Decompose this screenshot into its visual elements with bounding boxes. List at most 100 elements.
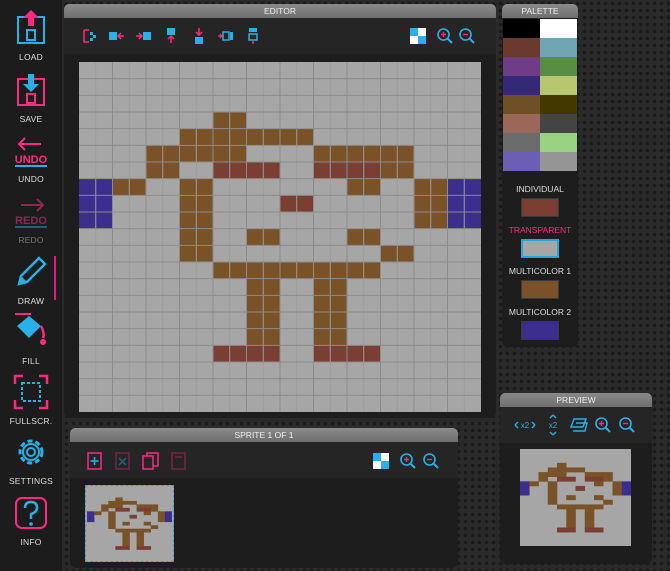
draw-button[interactable]: DRAW [0, 244, 62, 306]
sprite-pixel [566, 518, 576, 524]
fill-button[interactable]: FILL [0, 304, 62, 366]
sprite-thumbnail-image [87, 487, 172, 560]
individual-label: INDIVIDUAL [516, 184, 564, 194]
sprite-pixel [115, 504, 123, 509]
sprite-pixel [557, 467, 567, 473]
zoom-out-icon[interactable] [458, 27, 476, 45]
palette-swatch[interactable] [503, 152, 540, 171]
palette-swatch[interactable] [540, 38, 577, 57]
palette-swatch[interactable] [503, 133, 540, 152]
settings-button[interactable]: SETTINGS [0, 424, 62, 486]
palette-swatch[interactable] [503, 38, 540, 57]
sprite-pixel [122, 521, 130, 526]
sprite-pixel [520, 485, 530, 491]
sprite-pixel [621, 490, 631, 496]
zoom-in-icon[interactable] [399, 452, 417, 470]
editor-toolbar [64, 18, 496, 54]
palette-swatch[interactable] [503, 95, 540, 114]
load-button[interactable]: LOAD [0, 0, 62, 62]
sprite-pixel [136, 507, 144, 512]
transparent-color-box[interactable] [521, 239, 559, 258]
palette-swatch[interactable] [503, 19, 540, 38]
palette-swatch[interactable] [540, 57, 577, 76]
double-height-icon[interactable]: x2 [544, 414, 562, 436]
palette-swatch[interactable] [503, 57, 540, 76]
palette-title: PALETTE [502, 4, 578, 18]
shift-right-icon[interactable] [134, 27, 152, 45]
individual-color-box[interactable] [521, 198, 559, 217]
sprite-pixel [566, 467, 576, 473]
new-sprite-icon[interactable] [86, 452, 104, 470]
copy-sprite-icon[interactable] [142, 452, 160, 470]
zoom-out-icon[interactable] [422, 452, 440, 470]
sprite-pixel [538, 472, 549, 478]
sprite-pixel [612, 485, 623, 491]
sprite-pixel [575, 467, 586, 473]
redo-button[interactable]: REDO REDO [0, 183, 62, 245]
undo-button[interactable]: UNDO UNDO [0, 122, 62, 184]
multicolor-1-color-box[interactable] [521, 280, 559, 299]
shift-left-icon[interactable] [108, 27, 126, 45]
mirror-vertical-icon[interactable] [244, 27, 262, 45]
palette-swatch[interactable] [540, 95, 577, 114]
sprite-pixel [157, 511, 166, 516]
grid-toggle-icon[interactable] [372, 452, 390, 470]
palette-swatch[interactable] [503, 114, 540, 133]
shift-up-icon[interactable] [162, 27, 180, 45]
sprite-pixel [136, 546, 144, 550]
sprite-thumbnail[interactable] [85, 485, 174, 562]
mirror-horizontal-icon[interactable] [216, 27, 234, 45]
sprite-pixel [122, 528, 130, 533]
palette-swatch[interactable] [540, 152, 577, 171]
sprite-pixel-grid[interactable] [79, 62, 481, 412]
sprite-pixel [115, 497, 123, 502]
sprite-pixel [566, 504, 576, 510]
sprite-pixel [122, 535, 130, 540]
info-icon [15, 497, 47, 529]
sprite-canvas[interactable] [79, 62, 481, 412]
sprite-preview [520, 449, 631, 546]
double-width-icon[interactable]: x2 [514, 416, 536, 434]
palette-swatch[interactable] [540, 76, 577, 95]
zoom-out-icon[interactable] [618, 416, 636, 434]
multicolor-2-label: MULTICOLOR 2 [508, 307, 572, 317]
grid-toggle-icon[interactable] [409, 27, 427, 45]
sprite-pixel [108, 500, 116, 505]
flip-icon[interactable] [81, 27, 99, 45]
sprite-pixel [157, 514, 166, 519]
paste-sprite-icon[interactable] [170, 452, 188, 470]
palette-swatch[interactable] [503, 76, 540, 95]
sprite-pixel [547, 481, 558, 487]
sprite-pixel [164, 514, 172, 519]
sprite-pixel [150, 507, 159, 512]
shift-down-icon[interactable] [190, 27, 208, 45]
sprite-pixel [584, 504, 595, 510]
sprite-pixel [547, 472, 558, 478]
zoom-in-icon[interactable] [436, 27, 454, 45]
sprite-pixel [603, 472, 613, 478]
overlay-icon[interactable] [570, 416, 588, 434]
editor-panel: EDITOR [64, 4, 496, 418]
sprite-pixel [143, 528, 152, 533]
sprite-pixel [87, 511, 95, 516]
sprite-pixel [547, 490, 558, 496]
info-button[interactable]: INFO [0, 485, 62, 547]
sprite-pixel [594, 527, 604, 533]
delete-sprite-icon[interactable] [114, 452, 132, 470]
zoom-in-icon[interactable] [594, 416, 612, 434]
sprite-pixel [108, 514, 116, 519]
palette-swatch[interactable] [540, 133, 577, 152]
sprite-list-panel: SPRITE 1 OF 1 [70, 428, 458, 568]
save-button[interactable]: SAVE [0, 62, 62, 124]
sprite-pixel [150, 504, 159, 509]
sprite-pixel [136, 504, 144, 509]
palette-panel: PALETTE INDIVIDUAL TRANSPARENT MULTICOLO… [502, 4, 578, 347]
fullscreen-button[interactable]: FULLSCR. [0, 364, 62, 426]
palette-swatch[interactable] [540, 19, 577, 38]
sprite-pixel [557, 462, 567, 468]
palette-swatch[interactable] [540, 114, 577, 133]
preview-toolbar: x2 x2 [500, 407, 652, 443]
sprite-pixel [547, 495, 558, 501]
multicolor-2-color-box[interactable] [521, 321, 559, 340]
sprite-pixel [557, 476, 567, 482]
